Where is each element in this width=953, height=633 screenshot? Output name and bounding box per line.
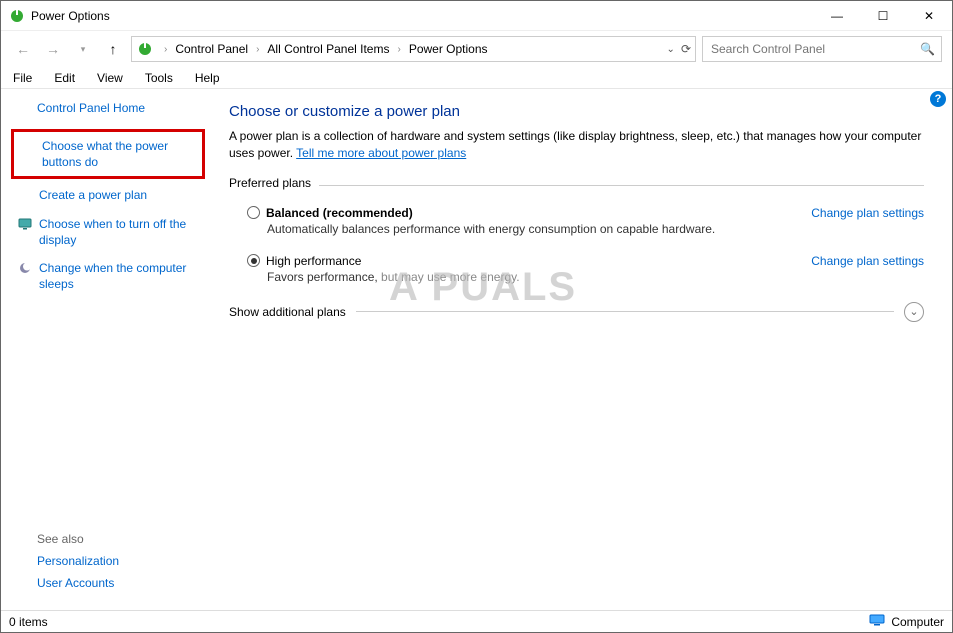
window-title: Power Options <box>31 9 110 23</box>
maximize-button[interactable]: ☐ <box>860 1 906 31</box>
preferred-plans-header: Preferred plans <box>229 176 924 196</box>
control-panel-home-link[interactable]: Control Panel Home <box>37 101 203 115</box>
chevron-right-icon: › <box>160 44 171 55</box>
plan-balanced: Balanced (recommended) Change plan setti… <box>247 206 924 236</box>
plan-radio-high-performance[interactable] <box>247 254 260 267</box>
sidebar-item-computer-sleeps[interactable]: Change when the computer sleeps <box>17 260 203 292</box>
divider <box>319 185 924 186</box>
plan-name: High performance <box>266 254 361 268</box>
divider <box>356 311 894 312</box>
up-button[interactable]: ↑ <box>101 37 125 61</box>
page-description: A power plan is a collection of hardware… <box>229 128 924 162</box>
moon-icon <box>17 260 33 276</box>
monitor-icon <box>17 216 33 232</box>
change-plan-settings-link[interactable]: Change plan settings <box>811 254 924 268</box>
section-label: Preferred plans <box>229 176 311 190</box>
see-also-personalization[interactable]: Personalization <box>37 554 119 568</box>
sidebar-item-label: Choose when to turn off the display <box>39 216 203 248</box>
menu-bar: File Edit View Tools Help <box>1 67 952 89</box>
power-options-icon <box>9 8 25 24</box>
sidebar-item-label: Change when the computer sleeps <box>39 260 203 292</box>
back-button[interactable]: ← <box>11 37 35 61</box>
breadcrumb[interactable]: Power Options <box>407 41 490 57</box>
see-also-section: See also Personalization User Accounts <box>37 532 119 598</box>
plan-description: Automatically balances performance with … <box>267 222 924 236</box>
address-bar[interactable]: › Control Panel › All Control Panel Item… <box>131 36 696 62</box>
status-item-count: 0 items <box>9 615 48 629</box>
status-bar: 0 items Computer <box>1 610 952 632</box>
plan-description: Favors performance, but may use more ene… <box>267 270 924 284</box>
sidebar-item-turn-off-display[interactable]: Choose when to turn off the display <box>17 216 203 248</box>
plan-radio-balanced[interactable] <box>247 206 260 219</box>
power-options-icon <box>136 40 154 58</box>
recent-dropdown[interactable]: ▾ <box>71 37 95 61</box>
sidebar-item-label: Choose what the power buttons do <box>42 138 196 170</box>
plan-high-performance: High performance Change plan settings Fa… <box>247 254 924 284</box>
window-controls: — ☐ ✕ <box>814 1 952 31</box>
show-additional-label: Show additional plans <box>229 305 346 319</box>
status-location: Computer <box>891 615 944 629</box>
chevron-right-icon: › <box>252 44 263 55</box>
menu-view[interactable]: View <box>93 69 127 87</box>
search-input[interactable] <box>709 41 899 57</box>
learn-more-link[interactable]: Tell me more about power plans <box>296 146 466 160</box>
content-pane: ? Choose or customize a power plan A pow… <box>213 89 952 610</box>
show-additional-plans[interactable]: Show additional plans ⌄ <box>229 302 924 322</box>
breadcrumb[interactable]: All Control Panel Items <box>265 41 391 57</box>
see-also-label: See also <box>37 532 119 546</box>
sidebar-item-label: Create a power plan <box>39 187 147 203</box>
search-icon[interactable]: 🔍 <box>920 42 935 56</box>
close-button[interactable]: ✕ <box>906 1 952 31</box>
chevron-down-icon[interactable]: ⌄ <box>904 302 924 322</box>
forward-button[interactable]: → <box>41 37 65 61</box>
blank-icon <box>17 187 33 203</box>
menu-help[interactable]: Help <box>191 69 224 87</box>
title-bar: Power Options — ☐ ✕ <box>1 1 952 31</box>
chevron-right-icon: › <box>393 44 404 55</box>
nav-bar: ← → ▾ ↑ › Control Panel › All Control Pa… <box>1 31 952 67</box>
menu-edit[interactable]: Edit <box>50 69 79 87</box>
blank-icon <box>20 138 36 154</box>
plan-name: Balanced (recommended) <box>266 206 413 220</box>
address-dropdown[interactable]: ⌄ <box>667 44 675 55</box>
menu-tools[interactable]: Tools <box>141 69 177 87</box>
help-icon[interactable]: ? <box>930 91 946 107</box>
menu-file[interactable]: File <box>9 69 36 87</box>
sidebar-item-create-plan[interactable]: Create a power plan <box>17 187 203 203</box>
page-title: Choose or customize a power plan <box>229 103 924 120</box>
refresh-button[interactable]: ⟳ <box>681 42 691 56</box>
search-box[interactable]: 🔍 <box>702 36 942 62</box>
breadcrumb[interactable]: Control Panel <box>173 41 250 57</box>
sidebar: Control Panel Home Choose what the power… <box>1 89 213 610</box>
sidebar-item-power-buttons[interactable]: Choose what the power buttons do <box>11 129 205 179</box>
minimize-button[interactable]: — <box>814 1 860 31</box>
change-plan-settings-link[interactable]: Change plan settings <box>811 206 924 220</box>
computer-icon <box>869 614 885 629</box>
see-also-user-accounts[interactable]: User Accounts <box>37 576 119 590</box>
